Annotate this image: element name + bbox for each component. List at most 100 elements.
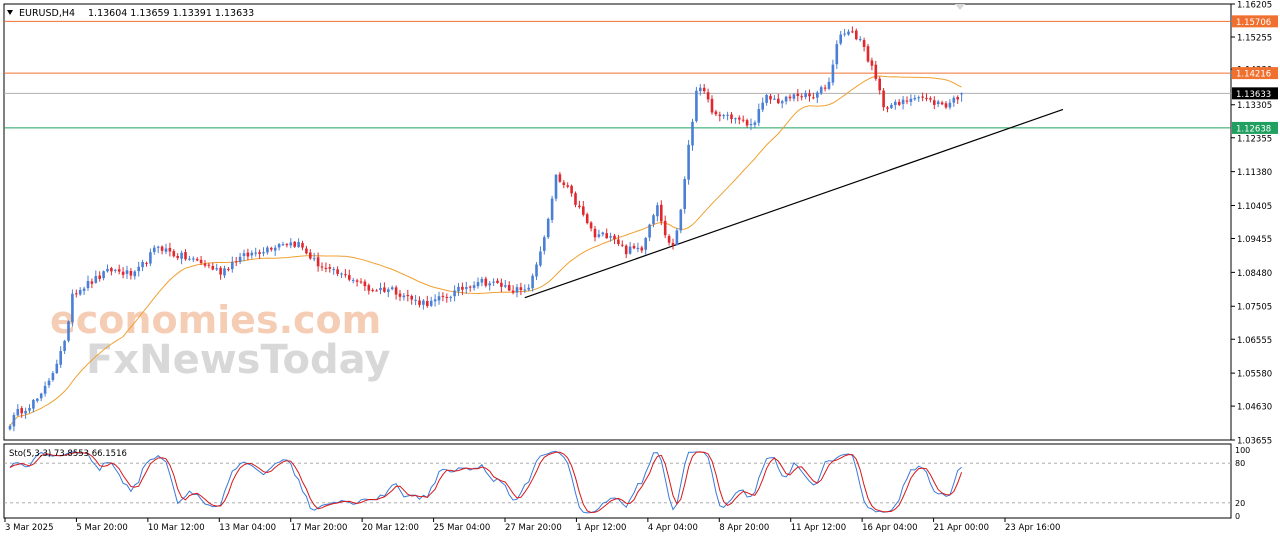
candle[interactable] (901, 95, 905, 110)
candle[interactable] (706, 88, 710, 103)
candle[interactable] (188, 255, 191, 261)
candle[interactable] (160, 245, 164, 255)
candle[interactable] (710, 95, 714, 115)
candle[interactable] (784, 95, 788, 105)
candle[interactable] (297, 238, 300, 248)
candle[interactable] (207, 262, 211, 269)
candle[interactable] (944, 100, 948, 110)
candle[interactable] (375, 288, 378, 292)
candle[interactable] (531, 273, 534, 292)
triangle-down-icon[interactable] (7, 10, 13, 15)
candle[interactable] (71, 289, 74, 327)
candle[interactable] (102, 270, 105, 281)
candle[interactable] (164, 243, 168, 255)
candle[interactable] (660, 200, 663, 226)
candle[interactable] (312, 252, 316, 262)
candle[interactable] (203, 259, 207, 268)
candle[interactable] (761, 97, 764, 113)
candle[interactable] (890, 103, 893, 109)
candle[interactable] (909, 94, 913, 106)
candle[interactable] (114, 268, 117, 273)
candle[interactable] (39, 392, 43, 401)
candle[interactable] (332, 266, 335, 275)
candle[interactable] (800, 93, 803, 101)
candle[interactable] (316, 252, 320, 272)
candle[interactable] (671, 238, 675, 250)
candle[interactable] (905, 96, 909, 105)
candle[interactable] (570, 184, 573, 197)
candle[interactable] (683, 176, 686, 214)
candle[interactable] (43, 381, 47, 397)
candle[interactable] (511, 285, 515, 295)
candle[interactable] (172, 249, 176, 258)
candle[interactable] (309, 249, 312, 260)
candle[interactable] (702, 83, 706, 94)
candle[interactable] (281, 241, 285, 247)
candle[interactable] (441, 292, 445, 302)
candle[interactable] (515, 284, 519, 298)
candle[interactable] (422, 299, 425, 310)
candle[interactable] (738, 115, 741, 125)
candle[interactable] (82, 286, 86, 295)
candle[interactable] (36, 397, 39, 403)
candle[interactable] (231, 256, 234, 273)
candle[interactable] (913, 94, 917, 101)
candle[interactable] (305, 245, 308, 255)
candle[interactable] (156, 245, 160, 254)
candle[interactable] (695, 86, 698, 123)
candle[interactable] (121, 267, 125, 279)
candle[interactable] (351, 277, 355, 284)
candle[interactable] (414, 294, 417, 306)
candle[interactable] (648, 223, 651, 242)
candle[interactable] (582, 200, 585, 217)
candle[interactable] (133, 270, 137, 280)
candle[interactable] (320, 262, 324, 271)
candle[interactable] (270, 246, 273, 252)
candle[interactable] (948, 99, 952, 110)
candle[interactable] (67, 320, 70, 343)
price-chart-window[interactable]: 1.162051.152551.143301.133051.123551.113… (0, 0, 1280, 540)
candle[interactable] (223, 265, 226, 279)
candle[interactable] (63, 339, 66, 354)
candle[interactable] (476, 277, 480, 289)
candle[interactable] (406, 289, 410, 302)
candle[interactable] (371, 288, 374, 293)
candle[interactable] (636, 242, 640, 253)
candle[interactable] (453, 285, 456, 302)
candle[interactable] (621, 240, 624, 248)
candle[interactable] (363, 279, 367, 291)
candle[interactable] (504, 279, 507, 289)
candle[interactable] (16, 404, 20, 417)
candle[interactable] (129, 268, 133, 280)
candle[interactable] (640, 245, 644, 254)
candle[interactable] (110, 266, 113, 276)
candle[interactable] (773, 95, 776, 101)
candle[interactable] (886, 105, 889, 113)
candle[interactable] (777, 93, 780, 105)
candle[interactable] (153, 245, 156, 255)
candle[interactable] (394, 285, 398, 300)
candle[interactable] (780, 99, 784, 109)
candle[interactable] (940, 100, 944, 106)
candle[interactable] (500, 278, 503, 293)
candle[interactable] (839, 31, 842, 46)
candle[interactable] (519, 282, 523, 296)
candle[interactable] (429, 296, 433, 307)
candle[interactable] (242, 249, 246, 262)
candle[interactable] (878, 76, 881, 95)
candle[interactable] (730, 112, 733, 124)
candle[interactable] (613, 233, 616, 245)
candle[interactable] (176, 253, 179, 261)
candle[interactable] (98, 271, 101, 282)
candle[interactable] (94, 270, 98, 284)
candle[interactable] (328, 263, 332, 273)
candle[interactable] (426, 295, 429, 308)
candle[interactable] (234, 257, 238, 267)
candle[interactable] (24, 407, 27, 419)
candle[interactable] (929, 96, 932, 103)
candle[interactable] (32, 398, 35, 413)
candle[interactable] (691, 118, 694, 151)
candle[interactable] (238, 252, 242, 264)
candle[interactable] (562, 180, 566, 189)
candle[interactable] (956, 95, 959, 104)
